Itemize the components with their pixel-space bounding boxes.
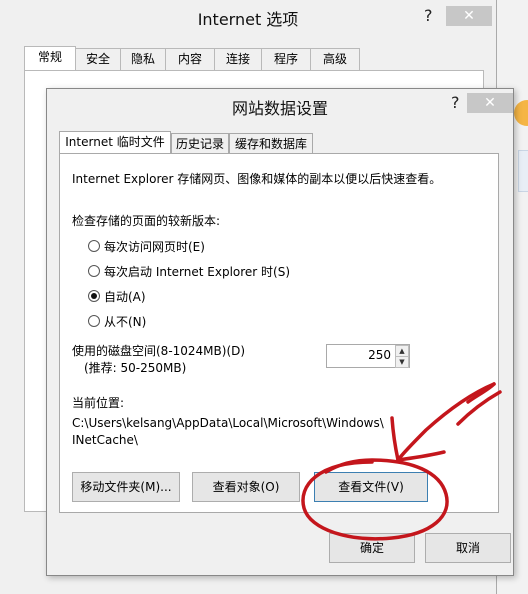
disk-space-recommendation: (推荐: 50-250MB) bbox=[84, 361, 187, 375]
view-files-button[interactable]: 查看文件(V) bbox=[314, 472, 428, 502]
radio-automatic[interactable] bbox=[88, 290, 100, 302]
tab-content[interactable]: 内容 bbox=[165, 48, 215, 70]
tab-caches-and-databases[interactable]: 缓存和数据库 bbox=[229, 133, 313, 154]
close-button[interactable]: ✕ bbox=[467, 93, 513, 113]
view-objects-button[interactable]: 查看对象(O) bbox=[192, 472, 300, 502]
disk-space-stepper[interactable]: 250 ▲ ▼ bbox=[326, 344, 410, 368]
radio-label-never[interactable]: 从不(N) bbox=[104, 313, 146, 330]
description-text: Internet Explorer 存储网页、图像和媒体的副本以便以后快速查看。 bbox=[72, 172, 442, 186]
check-versions-label: 检查存储的页面的较新版本: bbox=[72, 214, 221, 228]
dialog-title: Internet 选项 bbox=[197, 10, 299, 29]
tab-programs[interactable]: 程序 bbox=[261, 48, 311, 70]
radio-label-every-visit[interactable]: 每次访问网页时(E) bbox=[104, 238, 205, 255]
ok-button[interactable]: 确定 bbox=[329, 533, 415, 563]
tab-general[interactable]: 常规 bbox=[24, 46, 76, 71]
tab-connections[interactable]: 连接 bbox=[214, 48, 262, 70]
radio-every-visit[interactable] bbox=[88, 240, 100, 252]
current-location-path-line2: INetCache\ bbox=[72, 433, 138, 447]
temporary-files-panel: Internet Explorer 存储网页、图像和媒体的副本以便以后快速查看。… bbox=[59, 153, 499, 513]
help-icon[interactable]: ? bbox=[424, 6, 433, 25]
radio-every-start[interactable] bbox=[88, 265, 100, 277]
disk-space-label: 使用的磁盘空间(8-1024MB)(D) bbox=[72, 344, 246, 358]
radio-never[interactable] bbox=[88, 315, 100, 327]
radio-label-every-start[interactable]: 每次启动 Internet Explorer 时(S) bbox=[104, 263, 290, 280]
dialog-title: 网站数据设置 bbox=[231, 99, 328, 118]
disk-space-value[interactable]: 250 bbox=[327, 348, 391, 362]
tab-security[interactable]: 安全 bbox=[75, 48, 121, 70]
stepper-down-icon[interactable]: ▼ bbox=[395, 356, 409, 368]
cancel-button[interactable]: 取消 bbox=[425, 533, 511, 563]
current-location-label: 当前位置: bbox=[72, 396, 125, 410]
background-icon bbox=[514, 100, 528, 126]
background-scrollbar bbox=[518, 150, 528, 192]
current-location-path-line1: C:\Users\kelsang\AppData\Local\Microsoft… bbox=[72, 416, 384, 430]
move-folder-button[interactable]: 移动文件夹(M)... bbox=[72, 472, 180, 502]
tab-history[interactable]: 历史记录 bbox=[171, 133, 229, 154]
tab-temporary-internet-files[interactable]: Internet 临时文件 bbox=[59, 131, 171, 155]
close-button[interactable]: ✕ bbox=[446, 6, 492, 26]
tab-advanced[interactable]: 高级 bbox=[310, 48, 360, 70]
website-data-settings-dialog: 网站数据设置 ? ✕ Internet 临时文件 历史记录 缓存和数据库 Int… bbox=[46, 88, 514, 576]
tab-privacy[interactable]: 隐私 bbox=[120, 48, 166, 70]
help-icon[interactable]: ? bbox=[451, 93, 460, 112]
radio-label-automatic[interactable]: 自动(A) bbox=[104, 288, 146, 305]
